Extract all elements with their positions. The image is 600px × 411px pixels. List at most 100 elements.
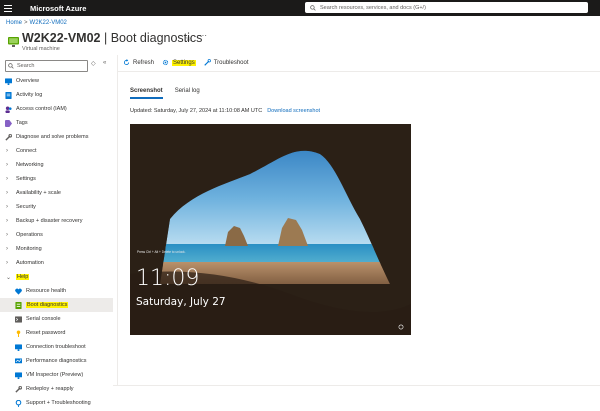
global-search-input[interactable]: Search resources, services, and docs (G+…	[305, 2, 588, 13]
support-icon	[15, 399, 22, 407]
sidebar-item-label: Resource health	[26, 288, 67, 294]
settings-button[interactable]: Settings	[162, 59, 196, 66]
troubleshoot-label: Troubleshoot	[213, 59, 249, 66]
tab-serial-log[interactable]: Serial log	[175, 88, 200, 99]
sidebar-item-label: Availability + scale	[16, 190, 61, 196]
sidebar-group-operations[interactable]: › Operations	[0, 228, 113, 242]
sidebar-item-connection-troubleshoot[interactable]: Connection troubleshoot	[0, 340, 113, 354]
chevron-right-icon: ›	[6, 148, 8, 154]
sidebar-item-label: Access control (IAM)	[16, 106, 67, 112]
sidebar-item-activity-log[interactable]: Activity log	[0, 88, 113, 102]
sidebar-group-monitoring[interactable]: › Monitoring	[0, 242, 113, 256]
chevron-right-icon: ›	[6, 162, 8, 168]
chevron-down-icon: ⌄	[6, 274, 12, 281]
sidebar-item-label: Performance diagnostics	[26, 358, 87, 364]
connection-icon	[15, 343, 22, 351]
sidebar-item-label: Monitoring	[16, 246, 42, 252]
sidebar-item-label: Reset password	[26, 330, 66, 336]
breadcrumb: Home > W2K22-VM02	[6, 20, 67, 26]
activity-log-icon	[5, 91, 12, 99]
toolbar-divider	[117, 71, 600, 72]
sidebar-item-label: Boot diagnostics	[26, 302, 69, 308]
sidebar-item-label: Connect	[16, 148, 37, 154]
inspector-icon	[15, 371, 22, 379]
more-options-icon[interactable]: ···	[199, 31, 207, 40]
settings-label: Settings	[172, 59, 196, 66]
resource-menu: Search ◇ « Overview Activity log Access …	[0, 57, 113, 411]
divider	[113, 385, 600, 386]
sidebar-group-connect[interactable]: › Connect	[0, 144, 113, 158]
tab-screenshot[interactable]: Screenshot	[130, 88, 163, 99]
lock-screen-date: Saturday, July 27	[136, 296, 226, 308]
sidebar-item-diagnose[interactable]: Diagnose and solve problems	[0, 130, 113, 144]
chevron-right-icon: ›	[6, 232, 8, 238]
sidebar-item-label: Networking	[16, 162, 44, 168]
sidebar-group-networking[interactable]: › Networking	[0, 158, 113, 172]
boot-diagnostics-icon	[15, 301, 22, 309]
people-icon	[5, 105, 12, 113]
breadcrumb-separator: >	[24, 20, 28, 26]
sidebar-item-serial-console[interactable]: Serial console	[0, 312, 113, 326]
download-screenshot-link[interactable]: Download screenshot	[267, 108, 320, 114]
chevron-right-icon: ›	[6, 190, 8, 196]
sidebar-item-access-control[interactable]: Access control (IAM)	[0, 102, 113, 116]
sidebar-item-overview[interactable]: Overview	[0, 74, 113, 88]
command-bar: Refresh Settings Troubleshoot	[123, 59, 249, 66]
sidebar-item-vm-inspector[interactable]: VM Inspector (Preview)	[0, 368, 113, 382]
sidebar-item-support[interactable]: Support + Troubleshooting	[0, 396, 113, 410]
sidebar-item-label: Redeploy + reapply	[26, 386, 74, 392]
sidebar-item-resource-health[interactable]: Resource health	[0, 284, 113, 298]
heart-icon	[15, 288, 22, 295]
collapse-menu-icon[interactable]: «	[103, 60, 106, 66]
sidebar-item-label: VM Inspector (Preview)	[26, 372, 84, 378]
chevron-right-icon: ›	[6, 246, 8, 252]
refresh-label: Refresh	[133, 59, 155, 66]
boot-screenshot: Press Ctrl + Alt + Delete to unlock. 11:…	[130, 124, 411, 335]
sidebar-item-label: Tags	[16, 120, 28, 126]
sidebar-item-performance-diagnostics[interactable]: Performance diagnostics	[0, 354, 113, 368]
divider	[117, 55, 118, 385]
top-bar: Microsoft Azure Search resources, servic…	[0, 0, 600, 16]
sidebar-group-backup[interactable]: › Backup + disaster recovery	[0, 214, 113, 228]
status-line: Updated: Saturday, July 27, 2024 at 11:1…	[130, 108, 320, 114]
key-icon	[16, 329, 21, 337]
sidebar-group-availability[interactable]: › Availability + scale	[0, 186, 113, 200]
sidebar-item-redeploy[interactable]: Redeploy + reapply	[0, 382, 113, 396]
gear-icon	[162, 59, 169, 66]
menu-search-input[interactable]: Search	[5, 60, 88, 72]
wrench-icon	[204, 59, 211, 66]
breadcrumb-vm[interactable]: W2K22-VM02	[30, 20, 67, 26]
sidebar-item-label: Operations	[16, 232, 43, 238]
sidebar-item-label: Serial console	[26, 316, 61, 322]
console-icon	[15, 315, 22, 323]
updated-timestamp: Updated: Saturday, July 27, 2024 at 11:1…	[130, 108, 263, 114]
sidebar-item-label: Automation	[16, 260, 44, 266]
sidebar-item-tags[interactable]: Tags	[0, 116, 113, 130]
troubleshoot-button[interactable]: Troubleshoot	[204, 59, 249, 66]
tag-icon	[5, 119, 12, 127]
sidebar-item-label: Diagnose and solve problems	[16, 134, 89, 140]
sidebar-item-label: Support + Troubleshooting	[26, 400, 91, 406]
lock-screen-hint: Press Ctrl + Alt + Delete to unlock.	[137, 250, 186, 254]
accessibility-icon	[398, 324, 404, 330]
sidebar-group-settings[interactable]: › Settings	[0, 172, 113, 186]
vm-name: W2K22-VM02	[22, 31, 101, 45]
favorite-star-icon[interactable]: ☆	[185, 34, 192, 43]
expand-collapse-icon[interactable]: ◇	[91, 60, 96, 67]
sidebar-item-reset-password[interactable]: Reset password	[0, 326, 113, 340]
chevron-right-icon: ›	[6, 176, 8, 182]
lock-screen-time: 11:09	[136, 266, 200, 291]
sidebar-group-automation[interactable]: › Automation	[0, 256, 113, 270]
resource-type: Virtual machine	[22, 46, 60, 52]
performance-icon	[15, 357, 22, 363]
chevron-right-icon: ›	[6, 260, 8, 266]
sidebar-item-label: Help	[16, 274, 30, 280]
refresh-button[interactable]: Refresh	[123, 59, 154, 66]
global-search-placeholder: Search resources, services, and docs (G+…	[320, 4, 426, 11]
sidebar-item-boot-diagnostics[interactable]: Boot diagnostics	[0, 298, 113, 312]
brand-title[interactable]: Microsoft Azure	[30, 4, 86, 13]
sidebar-group-help[interactable]: ⌄ Help	[0, 270, 113, 284]
hamburger-menu-icon[interactable]	[4, 4, 18, 12]
breadcrumb-home[interactable]: Home	[6, 20, 22, 26]
sidebar-group-security[interactable]: › Security	[0, 200, 113, 214]
